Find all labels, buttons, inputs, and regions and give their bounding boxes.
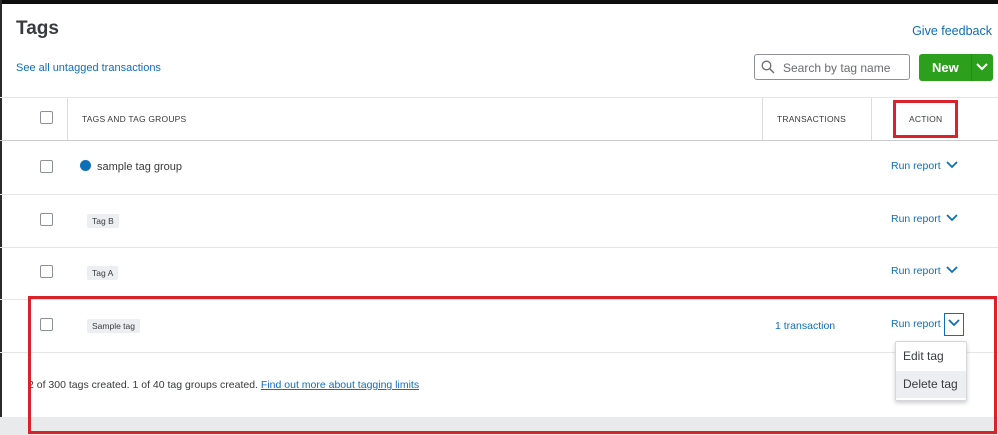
header-bottom-divider xyxy=(0,140,998,141)
new-button-divider xyxy=(971,54,972,81)
row-divider xyxy=(0,247,998,248)
page-title: Tags xyxy=(16,18,59,39)
chevron-down-icon[interactable] xyxy=(976,63,988,71)
top-border xyxy=(0,0,998,4)
select-all-checkbox[interactable] xyxy=(40,111,53,124)
action-header-highlight xyxy=(893,100,958,138)
header-top-divider xyxy=(0,97,998,98)
column-divider xyxy=(871,98,872,140)
run-report-link[interactable]: Run report xyxy=(891,265,941,277)
row-checkbox[interactable] xyxy=(40,160,53,173)
run-report-link[interactable]: Run report xyxy=(891,160,941,172)
search-input[interactable] xyxy=(781,58,909,78)
new-button-label: New xyxy=(932,60,959,75)
new-button[interactable]: New xyxy=(919,54,993,81)
search-icon xyxy=(761,60,775,74)
chevron-down-icon[interactable] xyxy=(946,161,958,169)
row-checkbox[interactable] xyxy=(40,213,53,226)
sample-tag-row-highlight xyxy=(28,296,997,434)
column-header-transactions[interactable]: TRANSACTIONS xyxy=(777,114,846,124)
give-feedback-link[interactable]: Give feedback xyxy=(912,24,992,38)
group-color-dot xyxy=(80,160,91,171)
run-report-link[interactable]: Run report xyxy=(891,213,941,225)
column-divider xyxy=(762,98,763,140)
tag-pill[interactable]: Tag B xyxy=(87,214,119,228)
chevron-down-icon[interactable] xyxy=(946,266,958,274)
search-field[interactable] xyxy=(754,54,910,80)
untagged-transactions-link[interactable]: See all untagged transactions xyxy=(16,62,161,74)
tag-pill[interactable]: Tag A xyxy=(87,266,119,280)
tag-group-name[interactable]: sample tag group xyxy=(97,161,182,173)
column-header-tags[interactable]: TAGS AND TAG GROUPS xyxy=(82,114,186,124)
row-divider xyxy=(0,194,998,195)
column-divider xyxy=(67,98,68,140)
row-checkbox[interactable] xyxy=(40,265,53,278)
left-border xyxy=(0,0,2,435)
chevron-down-icon[interactable] xyxy=(946,214,958,222)
